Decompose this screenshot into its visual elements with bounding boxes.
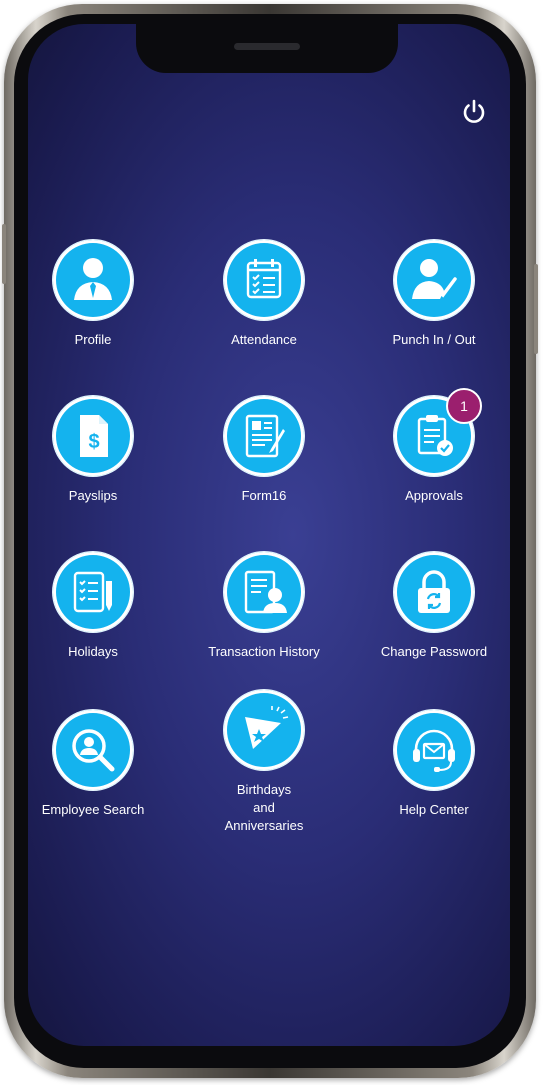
tile-punch-in-out[interactable]: Punch In / Out <box>359 240 509 349</box>
tile-label-line: and <box>253 800 275 815</box>
tile-label: Help Center <box>399 802 469 817</box>
form-document-icon <box>224 396 304 476</box>
side-button <box>534 264 538 354</box>
tile-birthdays-anniversaries[interactable]: Birthdays and Anniversaries <box>189 690 339 835</box>
payslip-document-icon: $ <box>53 396 133 476</box>
tile-label: Birthdays and Anniversaries <box>189 781 339 835</box>
employee-search-icon <box>53 710 133 790</box>
tile-label: Employee Search <box>41 802 145 817</box>
tile-label: Approvals <box>405 488 463 503</box>
transaction-history-icon <box>224 552 304 632</box>
notification-badge: 1 <box>446 388 482 424</box>
tile-employee-search[interactable]: Employee Search <box>28 710 168 819</box>
power-icon[interactable] <box>460 98 488 126</box>
lock-refresh-icon <box>394 552 474 632</box>
tile-help-center[interactable]: Help Center <box>359 710 509 819</box>
tile-profile[interactable]: Profile <box>28 240 168 349</box>
tile-label: Profile <box>74 332 112 347</box>
tile-approvals[interactable]: 1 Approvals <box>359 388 509 505</box>
tile-attendance[interactable]: Attendance <box>189 240 339 349</box>
tile-form16[interactable]: Form16 <box>189 396 339 505</box>
tile-label-line: Anniversaries <box>224 818 304 833</box>
party-popper-icon <box>224 690 304 770</box>
side-button <box>2 224 6 284</box>
calendar-checklist-icon <box>224 240 304 320</box>
svg-text:$: $ <box>88 431 99 453</box>
tile-label: Payslips <box>68 488 118 503</box>
notch <box>136 24 398 73</box>
tile-label: Form16 <box>241 488 287 503</box>
speaker-grille <box>234 43 300 50</box>
tile-label-line: Birthdays <box>236 782 292 797</box>
clipboard-check-icon: 1 <box>394 388 482 476</box>
tile-holidays[interactable]: Holidays <box>28 552 168 661</box>
app-screen: Profile Attendance Punch In / Out $ Pays… <box>28 24 510 1046</box>
tile-label: Punch In / Out <box>392 332 476 347</box>
phone-frame: Profile Attendance Punch In / Out $ Pays… <box>2 4 538 1078</box>
user-check-icon <box>394 240 474 320</box>
tile-label: Holidays <box>68 644 118 659</box>
profile-icon <box>53 240 133 320</box>
tile-label: Attendance <box>231 332 297 347</box>
headset-mail-icon <box>394 710 474 790</box>
tile-label: Transaction History <box>208 644 320 659</box>
tile-change-password[interactable]: Change Password <box>359 552 509 661</box>
tile-label: Change Password <box>380 644 488 659</box>
tile-payslips[interactable]: $ Payslips <box>28 396 168 505</box>
tile-transaction-history[interactable]: Transaction History <box>189 552 339 661</box>
holiday-list-icon <box>53 552 133 632</box>
